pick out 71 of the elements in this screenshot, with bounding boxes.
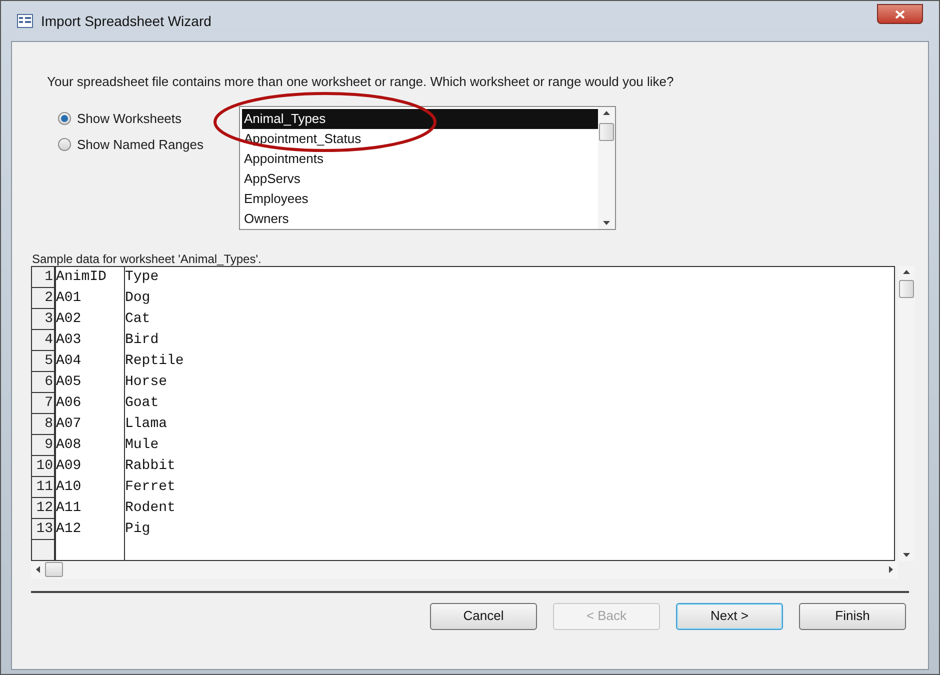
table-cell-text: Bird	[125, 330, 159, 350]
scroll-thumb[interactable]	[45, 562, 63, 577]
worksheet-item[interactable]: Appointments	[242, 148, 598, 168]
table-cell: AnimID	[56, 266, 125, 288]
table-cell: A08	[56, 434, 125, 456]
table-cell-text: Dog	[125, 288, 150, 308]
row-number: 11	[32, 476, 56, 498]
wizard-icon	[17, 14, 33, 28]
scroll-left-icon[interactable]	[36, 566, 40, 573]
worksheet-item[interactable]: Animal_Types	[242, 108, 598, 128]
row-number: 9	[32, 434, 56, 456]
table-cell-text: Horse	[125, 372, 168, 392]
row-number: 6	[32, 372, 56, 392]
table-cell-text: Ferret	[125, 478, 176, 496]
table-cell-text: Rabbit	[125, 456, 176, 476]
row-number: 1	[32, 266, 56, 288]
sample-caption: Sample data for worksheet 'Animal_Types'.	[31, 250, 262, 266]
table-cell: A04	[56, 350, 125, 372]
table-cell: A09	[56, 456, 125, 476]
scroll-thumb[interactable]	[899, 280, 914, 298]
radio-label: Show Worksheets	[77, 110, 182, 128]
table-cell: A06	[56, 392, 125, 414]
table-cell: A10	[56, 476, 125, 498]
row-number: 13	[32, 518, 56, 540]
row-number: 3	[32, 308, 56, 330]
dialog-button[interactable]: Cancel	[430, 602, 537, 630]
table-cell-text: Reptile	[125, 352, 184, 370]
scroll-down-icon[interactable]	[603, 220, 610, 224]
table-cell: A01	[56, 288, 125, 308]
radio-label: Show Named Ranges	[77, 136, 204, 154]
worksheet-list[interactable]: Animal_Types Appointment_Status Appointments AppServs Employees Owners	[239, 106, 616, 230]
table-cell: A03	[56, 330, 125, 350]
scroll-up-icon[interactable]	[603, 110, 610, 114]
row-number: 2	[32, 288, 56, 308]
vertical-scrollbar[interactable]	[598, 106, 615, 228]
row-number: 10	[32, 456, 56, 476]
radio-button[interactable]	[58, 138, 71, 151]
close-icon	[895, 10, 905, 18]
dialog-button[interactable]: Finish	[799, 602, 906, 630]
vertical-scrollbar[interactable]	[898, 266, 915, 560]
horizontal-scrollbar[interactable]	[31, 560, 898, 578]
table-cell-text: Pig	[125, 520, 150, 538]
table-cell-text: Cat	[125, 310, 150, 328]
radio-button[interactable]	[58, 112, 71, 125]
row-number: 5	[32, 350, 56, 372]
scroll-up-icon[interactable]	[903, 270, 910, 274]
row-number: 8	[32, 414, 56, 434]
scroll-down-icon[interactable]	[903, 552, 910, 556]
table-cell: A02	[56, 308, 125, 330]
table-cell: A12	[56, 518, 125, 540]
worksheet-item[interactable]: AppServs	[242, 168, 598, 188]
instruction-text: Your spreadsheet file contains more than one worksheet or range. Which worksheet or range would you like?	[46, 73, 675, 91]
window-title: Import Spreadsheet Wizard	[41, 12, 212, 31]
dialog-button[interactable]: Next >	[676, 602, 783, 630]
table-cell-text: Mule	[125, 436, 159, 454]
table-cell-text: Goat	[125, 394, 159, 412]
row-number: 4	[32, 330, 56, 350]
scroll-right-icon[interactable]	[889, 566, 893, 573]
scroll-thumb[interactable]	[599, 122, 614, 140]
table-cell-text: Llama	[125, 414, 168, 434]
table-cell: A05	[56, 372, 125, 392]
table-cell: A11	[56, 498, 125, 518]
table-cell-text: Type	[125, 268, 159, 286]
table-cell-text: Rodent	[125, 498, 176, 518]
worksheet-item[interactable]: Employees	[242, 188, 598, 208]
worksheet-item[interactable]: Appointment_Status	[242, 128, 598, 148]
worksheet-item[interactable]: Owners	[242, 208, 598, 228]
table-cell: A07	[56, 414, 125, 434]
row-number: 7	[32, 392, 56, 414]
row-number: 12	[32, 498, 56, 518]
close-button[interactable]	[877, 4, 923, 24]
